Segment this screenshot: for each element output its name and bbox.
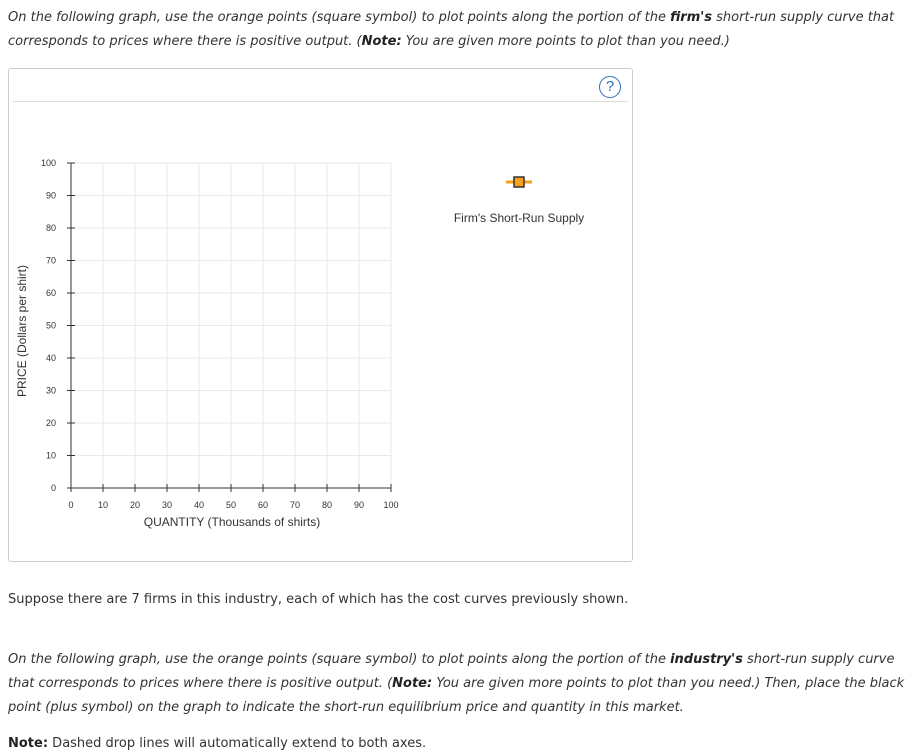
- instructions-firm: On the following graph, use the orange p…: [8, 6, 920, 54]
- instructions-industry: On the following graph, use the orange p…: [8, 648, 908, 720]
- supply-graph[interactable]: 0 10 20 30 40 50 60 70 80 90 100 0 10 20 30 40 50 60 70 80…: [9, 69, 632, 561]
- para-seven-firms: Suppose there are 7 firms in this indust…: [8, 592, 629, 607]
- y-tick-label: 60: [46, 288, 56, 298]
- y-tick-label: 0: [51, 483, 56, 493]
- x-tick-label: 50: [226, 500, 236, 510]
- instr2-bold-industry: industry's: [670, 652, 743, 667]
- orange-square-point-icon[interactable]: [506, 176, 532, 188]
- graph-panel: ? 0 10 20 30 40 50 60 70 80 90 100 0 10 20 30 40 50 60 70…: [8, 68, 633, 562]
- x-tick-label: 10: [98, 500, 108, 510]
- grid-lines: [71, 162, 392, 488]
- y-tick-labels: 0 10 20 30 40 50 60 70 80 90 100: [41, 158, 56, 493]
- note-text: Dashed drop lines will automatically ext…: [48, 736, 427, 751]
- instr-note-label: Note:: [361, 34, 402, 49]
- y-tick-label: 50: [46, 321, 56, 331]
- y-tick-label: 20: [46, 418, 56, 428]
- x-tick-label: 0: [68, 500, 73, 510]
- instr-text-1: On the following graph, use the orange p…: [8, 10, 671, 25]
- x-tick-label: 70: [290, 500, 300, 510]
- y-tick-label: 90: [46, 191, 56, 201]
- x-tick-label: 100: [383, 500, 398, 510]
- instr-text-3: You are given more points to plot than y…: [401, 34, 730, 49]
- note-label: Note:: [8, 736, 49, 751]
- y-axis-label: PRICE (Dollars per shirt): [15, 265, 29, 397]
- y-tick-label: 30: [46, 386, 56, 396]
- note-drop-lines: Note: Dashed drop lines will automatical…: [8, 732, 908, 756]
- y-tick-label: 80: [46, 223, 56, 233]
- x-tick-label: 30: [162, 500, 172, 510]
- y-tick-label: 10: [46, 451, 56, 461]
- x-tick-label: 90: [354, 500, 364, 510]
- tool-label-firm-supply: Firm's Short-Run Supply: [454, 211, 584, 225]
- y-tick-label: 100: [41, 158, 56, 168]
- x-tick-labels: 0 10 20 30 40 50 60 70 80 90 100: [68, 500, 398, 510]
- y-tick-label: 70: [46, 256, 56, 266]
- x-axis-label: QUANTITY (Thousands of shirts): [144, 515, 321, 529]
- x-tick-label: 20: [130, 500, 140, 510]
- y-tick-label: 40: [46, 353, 56, 363]
- instr2-text-1: On the following graph, use the orange p…: [8, 652, 671, 667]
- axes: [67, 162, 392, 492]
- instr2-note-label: Note:: [392, 676, 433, 691]
- x-tick-label: 40: [194, 500, 204, 510]
- x-tick-label: 60: [258, 500, 268, 510]
- x-tick-label: 80: [322, 500, 332, 510]
- instr-bold-firm: firm's: [670, 10, 712, 25]
